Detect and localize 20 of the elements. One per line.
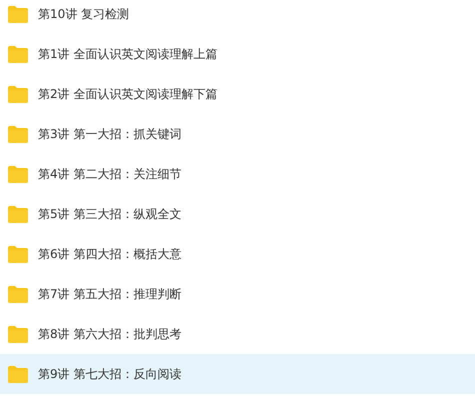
folder-item[interactable]: 第3讲 第一大招：抓关键词 bbox=[0, 114, 475, 154]
folder-icon bbox=[8, 286, 28, 302]
folder-icon bbox=[8, 166, 28, 182]
folder-icon bbox=[8, 46, 28, 62]
folder-item[interactable]: 第7讲 第五大招：推理判断 bbox=[0, 274, 475, 314]
folder-icon bbox=[8, 86, 28, 102]
folder-icon bbox=[8, 366, 28, 382]
folder-item[interactable]: 第6讲 第四大招：概括大意 bbox=[0, 234, 475, 274]
folder-item[interactable]: 第2讲 全面认识英文阅读理解下篇 bbox=[0, 74, 475, 114]
folder-item[interactable]: 第1讲 全面认识英文阅读理解上篇 bbox=[0, 34, 475, 74]
folder-icon bbox=[8, 246, 28, 262]
folder-item[interactable]: 第10讲 复习检测 bbox=[0, 0, 475, 34]
folder-icon bbox=[8, 6, 28, 22]
folder-item[interactable]: 第4讲 第二大招：关注细节 bbox=[0, 154, 475, 194]
folder-icon bbox=[8, 326, 28, 342]
folder-item[interactable]: 第9讲 第七大招：反向阅读 bbox=[0, 354, 475, 394]
folder-item[interactable]: 第8讲 第六大招：批判思考 bbox=[0, 314, 475, 354]
folder-item[interactable]: 第5讲 第三大招：纵观全文 bbox=[0, 194, 475, 234]
folder-icon bbox=[8, 206, 28, 222]
folder-icon bbox=[8, 126, 28, 142]
